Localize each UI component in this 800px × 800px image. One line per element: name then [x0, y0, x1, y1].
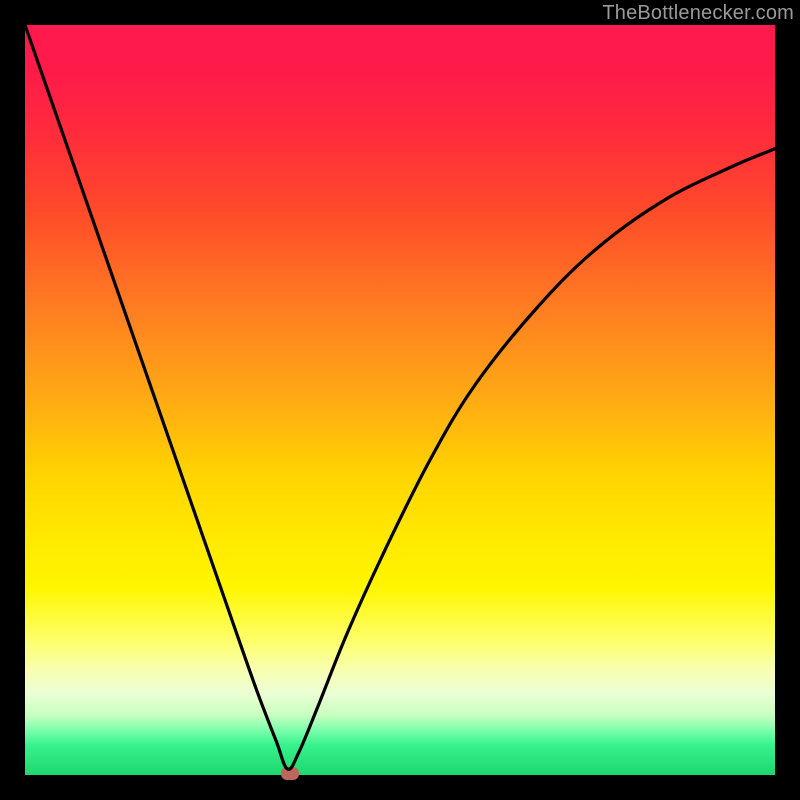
- curve-layer: [25, 25, 775, 775]
- bottleneck-curve: [25, 25, 775, 769]
- chart-stage: TheBottlenecker.com: [0, 0, 800, 800]
- watermark-text: TheBottlenecker.com: [602, 2, 794, 25]
- plot-area: [25, 25, 775, 775]
